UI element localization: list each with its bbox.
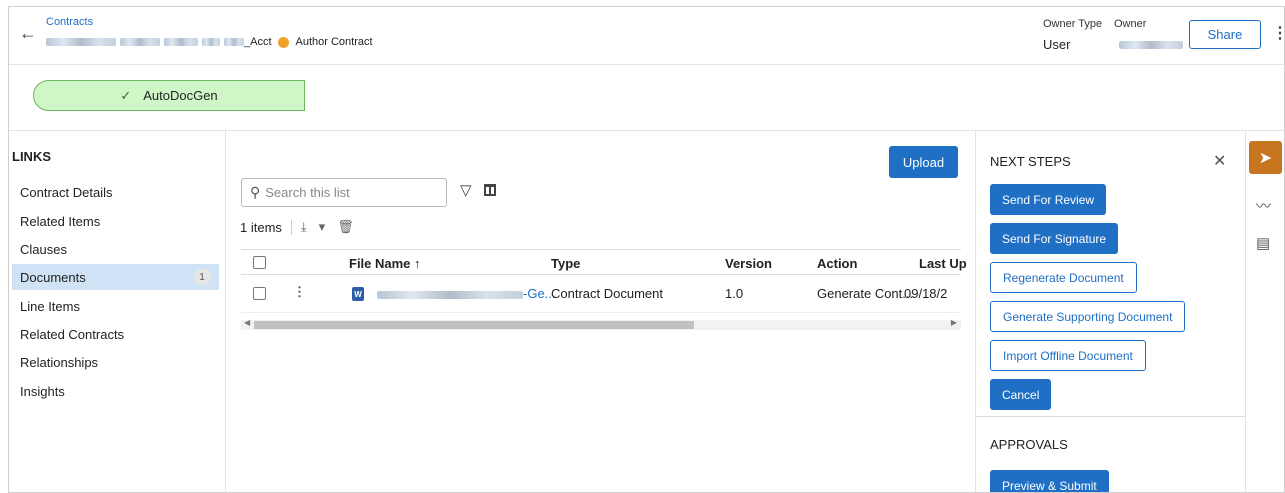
send-for-signature-button[interactable]: Send For Signature [990, 223, 1119, 254]
send-for-review-button[interactable]: Send For Review [990, 184, 1107, 215]
chevron-down-icon[interactable]: ▾ [319, 219, 326, 235]
redacted-text [164, 38, 198, 46]
back-arrow-icon[interactable]: ← [19, 23, 37, 44]
table-header: File Name ↑ Type Version Action Last Up [241, 249, 967, 275]
documents-panel: Upload ⚲ Search this list ▽ 1 items ⤓ ▾ … [226, 131, 975, 492]
divider [290, 219, 292, 235]
record-header: ← Contracts _Acct Author Contract Owner … [9, 7, 1284, 65]
app-window: ← Contracts _Acct Author Contract Owner … [8, 6, 1285, 493]
sidebar-item-documents[interactable]: Documents 1 [12, 264, 219, 290]
sidebar-item-relationships[interactable]: Relationships [12, 349, 219, 375]
share-button[interactable]: Share [1189, 20, 1261, 49]
owner-value-redacted [1119, 41, 1183, 49]
cell-version: 1.0 [725, 286, 744, 301]
next-steps-title: NEXT STEPS [990, 154, 1071, 169]
column-last-updated[interactable]: Last Up [919, 256, 967, 271]
owner-label: Owner [1114, 18, 1147, 30]
cancel-button[interactable]: Cancel [990, 379, 1052, 410]
column-type[interactable]: Type [551, 256, 580, 271]
column-file-name[interactable]: File Name ↑ [349, 256, 421, 271]
more-options-icon[interactable]: ⋮ [1272, 23, 1284, 43]
list-toolbar: 1 items ⤓ ▾ 🗑 [240, 219, 366, 235]
stage-autodocgen[interactable]: ✓ AutoDocGen [33, 80, 305, 111]
regenerate-document-button[interactable]: Regenerate Document [990, 262, 1137, 293]
horizontal-scrollbar[interactable]: ◀ ▶ [241, 318, 961, 330]
utility-rail: ➤ 〰 ▤ [1245, 131, 1284, 492]
redacted-text [46, 38, 116, 46]
word-document-icon: W [352, 287, 364, 301]
count-badge: 1 [193, 269, 211, 285]
item-count: 1 items [240, 219, 282, 235]
columns-icon[interactable] [484, 184, 496, 196]
search-placeholder: Search this list [265, 185, 350, 200]
redacted-text [202, 38, 220, 46]
links-sidebar: LINKS Contract Details Related Items Cla… [9, 131, 226, 492]
file-name-link[interactable]: -Ge... [377, 286, 556, 301]
filter-icon[interactable]: ▽ [460, 181, 472, 199]
breadcrumb[interactable]: Contracts [46, 16, 93, 28]
sidebar-item-contract-details[interactable]: Contract Details [12, 179, 219, 205]
next-steps-panel: NEXT STEPS ✕ Send For Review Send For Si… [975, 131, 1246, 492]
send-icon[interactable]: ➤ [1249, 141, 1282, 174]
import-offline-document-button[interactable]: Import Offline Document [990, 340, 1146, 371]
cell-last-updated: 09/18/2 [904, 286, 948, 301]
search-input[interactable]: ⚲ Search this list [241, 178, 447, 207]
links-title: LINKS [12, 149, 51, 164]
sidebar-item-related-items[interactable]: Related Items [12, 208, 219, 234]
close-icon[interactable]: ✕ [1213, 151, 1226, 171]
sidebar-item-line-items[interactable]: Line Items [12, 293, 219, 319]
record-title-suffix: _Acct [244, 36, 272, 48]
download-icon[interactable]: ⤓ [301, 219, 307, 235]
redacted-text [120, 38, 160, 46]
upload-button[interactable]: Upload [889, 146, 958, 178]
cell-action: Generate Cont... [817, 286, 914, 301]
cell-type: Contract Document [551, 286, 663, 301]
stage-label: AutoDocGen [143, 88, 218, 103]
approvals-title: APPROVALS [990, 437, 1068, 452]
record-title: _Acct Author Contract [46, 36, 373, 48]
generate-supporting-document-button[interactable]: Generate Supporting Document [990, 301, 1186, 332]
scroll-left-icon[interactable]: ◀ [244, 318, 250, 327]
redacted-text [377, 290, 523, 299]
column-version[interactable]: Version [725, 256, 772, 271]
document-check-icon[interactable]: ▤ [1256, 234, 1270, 252]
search-icon: ⚲ [250, 184, 261, 200]
select-all-checkbox[interactable] [253, 256, 266, 269]
owner-type-label: Owner Type [1043, 18, 1103, 30]
scroll-right-icon[interactable]: ▶ [951, 318, 957, 327]
preview-submit-button[interactable]: Preview & Submit [990, 470, 1109, 492]
scroll-thumb[interactable] [254, 321, 694, 329]
column-action[interactable]: Action [817, 256, 857, 271]
redacted-text [224, 38, 244, 46]
sidebar-item-clauses[interactable]: Clauses [12, 236, 219, 262]
checkmark-icon: ✓ [120, 87, 132, 103]
status-text: Author Contract [295, 36, 373, 48]
stage-path: ✓ AutoDocGen [9, 66, 1284, 131]
trash-icon[interactable]: 🗑 [337, 219, 354, 235]
row-checkbox[interactable] [253, 287, 266, 300]
sidebar-item-insights[interactable]: Insights [12, 378, 219, 404]
sidebar-item-label: Documents [20, 269, 86, 285]
owner-type-value: User [1043, 37, 1071, 52]
status-dot-icon [277, 36, 289, 48]
table-row[interactable]: ⋮ W -Ge... Contract Document 1.0 Generat… [241, 275, 961, 313]
activity-pulse-icon[interactable]: 〰 [1256, 195, 1271, 216]
divider [976, 416, 1246, 417]
row-menu-icon[interactable]: ⋮ [293, 284, 306, 300]
sidebar-item-related-contracts[interactable]: Related Contracts [12, 321, 219, 347]
